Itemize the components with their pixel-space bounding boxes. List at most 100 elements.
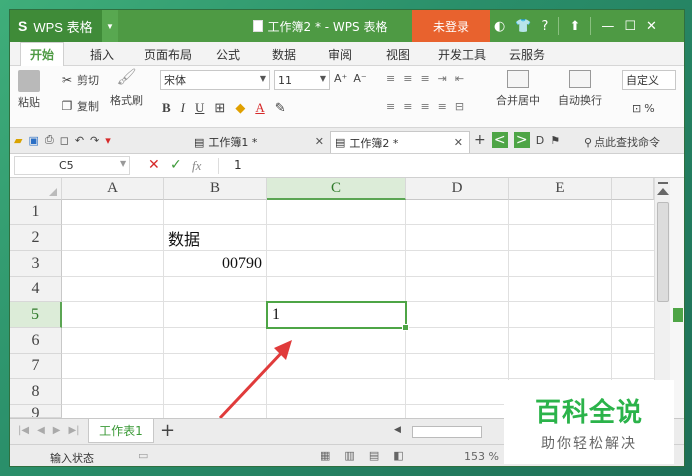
confirm-icon[interactable]: ✓ <box>170 157 182 173</box>
shirt-icon[interactable]: 👕 <box>515 19 531 34</box>
print-icon[interactable]: ⎙ <box>45 133 54 147</box>
macro-icon[interactable]: ▭ <box>138 449 148 462</box>
next-sheet-icon[interactable]: ▶ <box>53 425 61 436</box>
tab-home[interactable]: 开始 <box>20 42 64 66</box>
border-icon[interactable]: ⊞ <box>214 100 225 116</box>
tab-cloud[interactable]: 云服务 <box>502 42 552 66</box>
tab-data[interactable]: 数据 <box>264 42 304 66</box>
underline-button[interactable]: U <box>195 100 204 116</box>
scroll-thumb[interactable] <box>657 202 669 302</box>
help-icon[interactable]: ? <box>542 19 549 34</box>
scroll-up-icon[interactable] <box>657 188 669 195</box>
page-layout-view-icon[interactable]: ▥ <box>344 449 354 462</box>
distribute-icon[interactable]: ⊟ <box>455 100 464 113</box>
column-header-f[interactable] <box>612 178 654 200</box>
number-format-select[interactable]: 自定义 <box>622 70 676 90</box>
new-tab-icon[interactable]: + <box>474 132 486 148</box>
justify-icon[interactable]: ≡ <box>438 100 447 113</box>
tab-menu-icon[interactable]: ▾ <box>105 134 111 147</box>
login-button[interactable]: 未登录 <box>412 10 490 42</box>
restore-icon[interactable]: ☐ <box>624 19 636 34</box>
row-header-5[interactable]: 5 <box>10 302 62 328</box>
clear-format-icon[interactable]: ✎ <box>275 100 286 116</box>
column-header-e[interactable]: E <box>509 178 612 200</box>
doc-tab-workbook1[interactable]: ▤ 工作簿1 * ✕ <box>190 131 330 153</box>
bold-button[interactable]: B <box>162 100 171 116</box>
expand-panel-icon[interactable] <box>673 308 683 322</box>
row-header-9[interactable]: 9 <box>10 405 62 418</box>
row-header-8[interactable]: 8 <box>10 379 62 405</box>
zoom-level[interactable]: 153 % <box>464 450 499 463</box>
column-header-b[interactable]: B <box>164 178 267 200</box>
undo-icon[interactable]: ↶ <box>75 134 84 147</box>
percent-button[interactable]: ⊡% <box>632 102 655 115</box>
paste-button[interactable]: 粘贴 <box>18 70 40 110</box>
function-icon[interactable]: fx <box>192 158 201 174</box>
font-size-select[interactable]: 11 ▼ <box>274 70 330 90</box>
tab-review[interactable]: 审阅 <box>320 42 360 66</box>
merge-center-button[interactable]: 合并居中 <box>496 70 540 108</box>
font-color-icon[interactable]: A <box>255 100 264 116</box>
horizontal-scrollbar[interactable]: ◀ <box>394 425 494 439</box>
app-menu-button[interactable]: S WPS 表格 ▼ <box>10 10 118 42</box>
doc-tab-workbook2[interactable]: ▤ 工作簿2 * ✕ <box>330 131 470 153</box>
column-header-a[interactable]: A <box>62 178 164 200</box>
next-tab-icon[interactable]: > <box>513 132 530 148</box>
scroll-top-icon[interactable] <box>658 182 668 184</box>
save-icon[interactable]: ▣ <box>28 134 38 147</box>
name-box[interactable]: C5 <box>14 156 130 175</box>
redo-icon[interactable]: ↷ <box>90 134 99 147</box>
copy-button[interactable]: ❐ 复制 <box>60 98 99 114</box>
sheet-tab-1[interactable]: 工作表1 <box>88 419 154 443</box>
close-icon[interactable]: ✕ <box>646 19 657 34</box>
tab-view[interactable]: 视图 <box>378 42 418 66</box>
outdent-icon[interactable]: ⇤ <box>455 72 464 85</box>
format-painter-button[interactable]: 🖌 格式刷 <box>110 69 143 108</box>
column-header-c[interactable]: C <box>267 178 406 200</box>
prev-tab-icon[interactable]: < <box>491 132 508 148</box>
chevron-down-icon[interactable]: ▼ <box>102 10 118 42</box>
row-header-2[interactable]: 2 <box>10 225 62 251</box>
align-right-icon[interactable]: ≡ <box>420 100 429 113</box>
pin-icon[interactable]: ⬆ <box>569 19 580 34</box>
row-header-4[interactable]: 4 <box>10 277 62 302</box>
scroll-thumb-horizontal[interactable] <box>412 426 482 438</box>
indent-icon[interactable]: ⇥ <box>438 72 447 85</box>
page-break-view-icon[interactable]: ▤ <box>369 449 379 462</box>
shrink-font-button[interactable]: A⁻ <box>353 72 366 85</box>
align-bottom-icon[interactable]: ≡ <box>420 72 429 85</box>
row-header-7[interactable]: 7 <box>10 354 62 379</box>
column-header-d[interactable]: D <box>406 178 509 200</box>
flag-icon[interactable]: ⚑ <box>550 134 560 147</box>
close-tab-icon[interactable]: ✕ <box>315 135 324 148</box>
doc-list-icon[interactable]: D <box>536 134 544 147</box>
skin-icon[interactable]: ◐ <box>494 19 505 34</box>
select-all-corner[interactable] <box>10 178 62 200</box>
italic-button[interactable]: I <box>181 100 185 116</box>
selected-cell-c5[interactable]: 1 <box>266 301 409 331</box>
add-sheet-button[interactable]: + <box>160 420 175 441</box>
row-header-1[interactable]: 1 <box>10 200 62 225</box>
reading-view-icon[interactable]: ◧ <box>393 449 403 462</box>
close-tab-icon[interactable]: ✕ <box>454 136 463 149</box>
command-search[interactable]: ⚲ 点此查找命令 <box>584 134 660 150</box>
scroll-left-icon[interactable]: ◀ <box>394 425 401 435</box>
last-sheet-icon[interactable]: ▶| <box>68 425 79 436</box>
row-header-3[interactable]: 3 <box>10 251 62 277</box>
tab-page-layout[interactable]: 页面布局 <box>138 42 198 66</box>
minimize-window-icon[interactable]: — <box>601 19 614 34</box>
name-box-chevron-icon[interactable]: ▼ <box>120 159 126 168</box>
cancel-icon[interactable]: ✕ <box>148 157 160 173</box>
cut-button[interactable]: ✂ 剪切 <box>60 72 99 88</box>
grow-font-button[interactable]: A⁺ <box>334 72 347 85</box>
row-header-6[interactable]: 6 <box>10 328 62 354</box>
open-folder-icon[interactable]: ▰ <box>14 134 22 147</box>
align-top-icon[interactable]: ≡ <box>386 72 395 85</box>
normal-view-icon[interactable]: ▦ <box>320 449 330 462</box>
font-name-select[interactable]: 宋体 ▼ <box>160 70 270 90</box>
tab-insert[interactable]: 插入 <box>82 42 122 66</box>
cell-b2[interactable]: 数据 <box>168 225 264 251</box>
first-sheet-icon[interactable]: |◀ <box>18 425 29 436</box>
tab-formulas[interactable]: 公式 <box>208 42 248 66</box>
align-middle-icon[interactable]: ≡ <box>403 72 412 85</box>
